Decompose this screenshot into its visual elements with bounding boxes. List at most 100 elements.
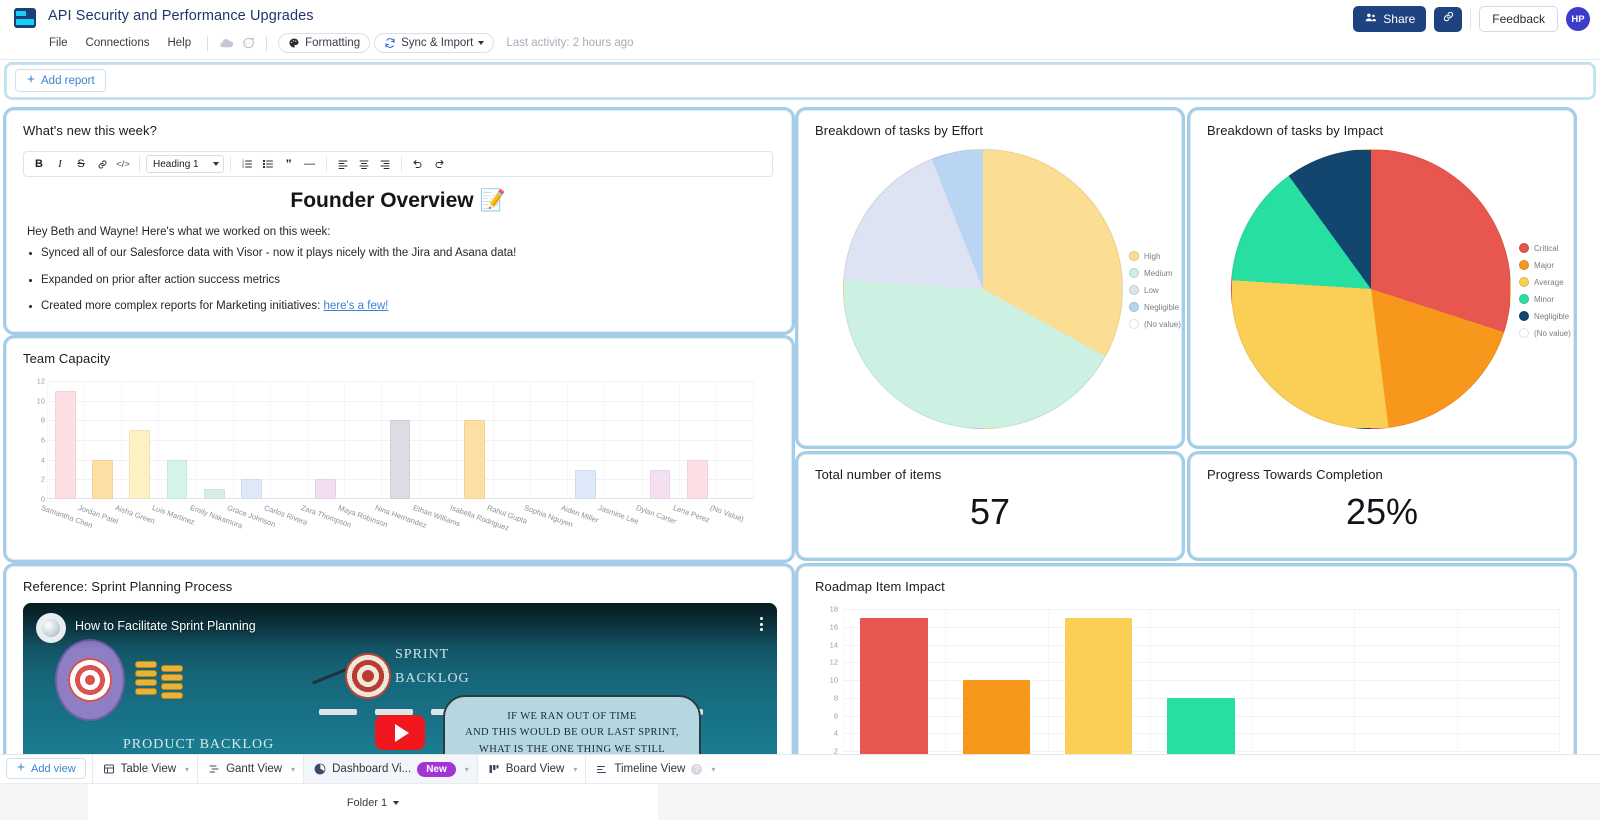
play-button[interactable] [375, 715, 425, 750]
chevron-down-icon[interactable] [478, 41, 485, 45]
team-capacity-title: Team Capacity [23, 351, 111, 366]
menu-item-help[interactable]: Help [158, 34, 200, 52]
chevron-down-icon[interactable]: ▾ [711, 765, 715, 774]
sync-import-button[interactable]: Sync & Import [374, 33, 495, 53]
legend-item[interactable]: High [1129, 251, 1181, 261]
more-options-icon[interactable] [760, 617, 763, 631]
chevron-down-icon[interactable]: ▾ [291, 765, 295, 774]
bar[interactable] [649, 469, 671, 499]
legend-item[interactable]: Average [1519, 277, 1571, 287]
impact-pie-chart [1231, 149, 1511, 429]
bar[interactable] [240, 479, 262, 499]
bar[interactable] [92, 459, 114, 499]
ordered-list-icon[interactable]: 123 [237, 154, 257, 174]
bullet-list-icon[interactable] [258, 154, 278, 174]
legend-label: Minor [1534, 294, 1555, 304]
bar[interactable] [129, 430, 151, 499]
code-button[interactable]: </> [113, 154, 133, 174]
vertical-gridline [1047, 609, 1049, 769]
legend-item[interactable]: Minor [1519, 294, 1571, 304]
feedback-button[interactable]: Feedback [1479, 6, 1558, 32]
chevron-down-icon[interactable]: ▾ [185, 765, 189, 774]
bar[interactable] [575, 469, 597, 499]
legend-item[interactable]: Medium [1129, 268, 1181, 278]
y-tick-label: 2 [40, 474, 45, 484]
chevron-down-icon[interactable]: ▾ [573, 765, 577, 774]
channel-avatar[interactable] [36, 613, 66, 643]
view-tab-table-view[interactable]: Table View ▾ [91, 755, 197, 783]
view-tab-bar: Add view Table View ▾ Gantt View ▾ Dashboard … [0, 754, 1600, 820]
bar[interactable] [315, 479, 337, 499]
vertical-gridline [381, 381, 383, 499]
vertical-gridline [307, 381, 309, 499]
gridline [843, 644, 1559, 646]
chevron-down-icon[interactable]: ▾ [465, 765, 469, 774]
heres-a-few-link[interactable]: here's a few! [324, 300, 389, 312]
align-left-icon[interactable] [333, 154, 353, 174]
share-button[interactable]: Share [1353, 6, 1427, 32]
horizontal-rule-button[interactable]: — [300, 154, 320, 174]
redo-icon[interactable] [429, 154, 449, 174]
bar[interactable] [166, 459, 188, 499]
legend-item[interactable]: Low [1129, 285, 1181, 295]
bar[interactable] [55, 390, 76, 499]
team-capacity-x-labels: Samantha Chen Jordan Patel Aisha Green Luis… [40, 503, 753, 553]
legend-item[interactable]: Critical [1519, 243, 1571, 253]
app-logo-icon [14, 8, 36, 28]
menu-item-connections[interactable]: Connections [77, 34, 159, 52]
add-view-button[interactable]: Add view [6, 758, 86, 779]
bar[interactable] [463, 420, 485, 499]
link-icon[interactable] [92, 154, 112, 174]
folder-row: Folder 1 [0, 783, 1600, 820]
chevron-down-icon[interactable] [393, 801, 400, 805]
legend-item[interactable]: (No value) [1519, 328, 1571, 338]
bubble-line: IF WE RAN OUT OF TIME [507, 711, 637, 722]
align-right-icon[interactable] [375, 154, 395, 174]
copy-link-button[interactable] [1434, 6, 1463, 32]
legend-item[interactable]: (No value) [1129, 319, 1181, 329]
sync-icon [384, 37, 396, 49]
toolbar-divider-1 [139, 156, 140, 172]
gridline [843, 662, 1559, 664]
italic-button[interactable]: I [50, 154, 70, 174]
view-tab-dashboard-vi[interactable]: Dashboard Vi... New ▾ [303, 755, 477, 783]
bar[interactable] [686, 459, 708, 499]
menu-item-file[interactable]: File [40, 34, 77, 52]
team-capacity-y-axis: 0 2 4 6 8 10 12 [23, 375, 47, 505]
total-items-card: Total number of items 57 [798, 454, 1182, 558]
avatar[interactable]: HP [1566, 7, 1590, 31]
align-center-icon[interactable] [354, 154, 374, 174]
cloud-icon[interactable] [215, 33, 237, 53]
bar[interactable] [1064, 617, 1133, 769]
view-tab-gantt-view[interactable]: Gantt View ▾ [197, 755, 303, 783]
bar[interactable] [389, 420, 411, 499]
vertical-gridline [945, 609, 947, 769]
legend-label: (No value) [1534, 328, 1571, 338]
document-heading: Founder Overview 📝 [290, 189, 506, 212]
vertical-gridline [1252, 609, 1254, 769]
view-tab-label: Dashboard Vi... [332, 763, 412, 775]
target-illustration-icon [55, 639, 125, 721]
strikethrough-button[interactable]: S [71, 154, 91, 174]
effort-pie-legend: High Medium Low Negligible (No value) [1129, 251, 1181, 336]
legend-item[interactable]: Negligible [1129, 302, 1181, 312]
folder-panel[interactable]: Folder 1 [88, 784, 658, 820]
view-tab-board-view[interactable]: Board View ▾ [476, 755, 586, 783]
blockquote-button[interactable]: ” [279, 154, 299, 174]
rich-text-toolbar[interactable]: B I S </> Heading 1 123 ” — [23, 151, 773, 177]
undo-icon[interactable] [408, 154, 428, 174]
help-icon[interactable]: ? [691, 763, 703, 775]
heading-select[interactable]: Heading 1 [146, 155, 224, 173]
legend-item[interactable]: Major [1519, 260, 1571, 270]
bar[interactable] [203, 489, 225, 499]
vertical-gridline [715, 381, 717, 499]
legend-color-swatch [1519, 311, 1529, 321]
view-tab-timeline-view[interactable]: Timeline View? ▾ [585, 755, 723, 783]
add-report-button[interactable]: Add report [15, 69, 106, 92]
comment-icon[interactable] [237, 33, 259, 53]
bar[interactable] [860, 617, 928, 769]
legend-item[interactable]: Negligible [1519, 311, 1571, 321]
bold-button[interactable]: B [29, 154, 49, 174]
share-label: Share [1383, 12, 1416, 26]
formatting-button[interactable]: Formatting [278, 33, 371, 53]
